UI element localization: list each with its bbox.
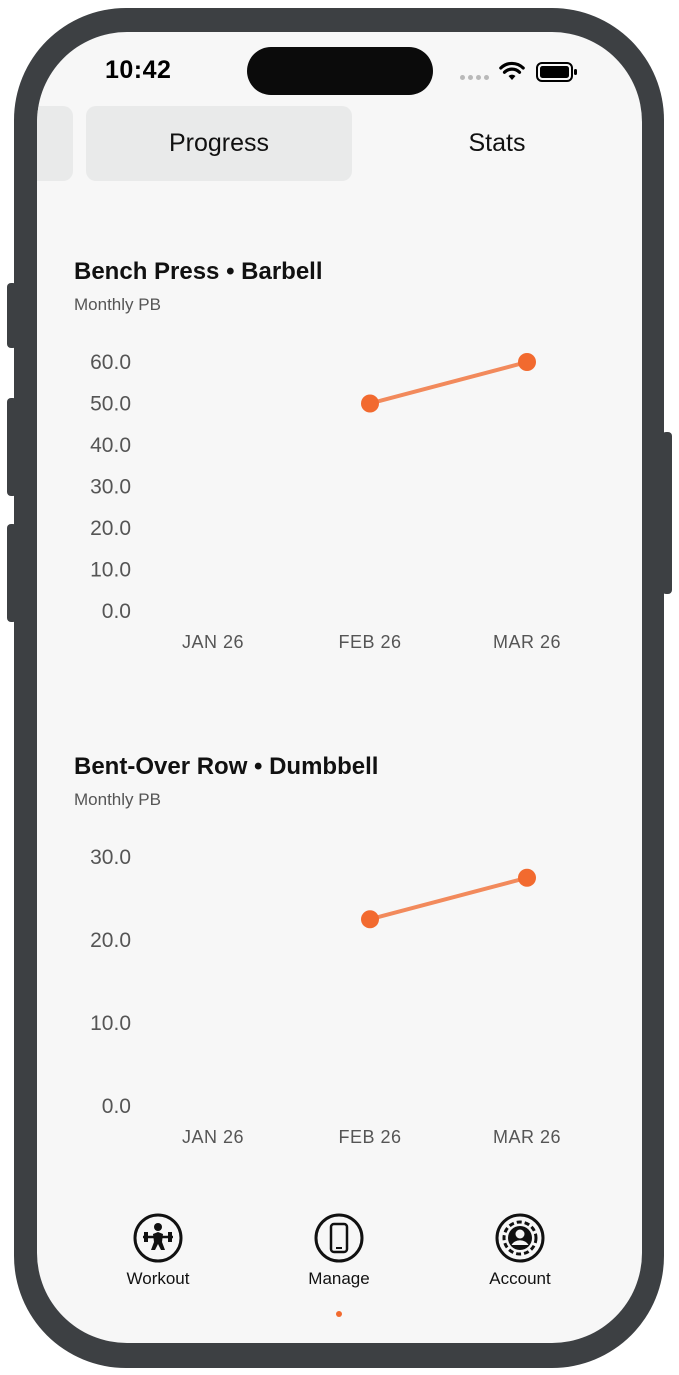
segment-progress[interactable]: Progress [86,106,352,181]
data-point [361,394,379,413]
y-tick-label: 0.0 [102,1095,131,1118]
x-tick-label: MAR 26 [493,1127,561,1147]
y-tick-label: 20.0 [90,929,131,952]
dynamic-island [247,47,433,95]
screen: 10:42 Progress Stats Bench Press • Barbe… [37,32,642,1343]
y-tick-label: 30.0 [90,476,131,499]
data-point [361,910,379,929]
volume-down-button [7,524,17,622]
segment-previous[interactable] [37,106,73,181]
x-tick-label: MAR 26 [493,632,561,652]
x-tick-label: JAN 26 [182,1127,244,1147]
y-tick-label: 10.0 [90,559,131,582]
y-tick-label: 60.0 [90,351,131,374]
chart-subtitle: Monthly PB [74,295,161,314]
x-tick-label: JAN 26 [182,632,244,652]
barbell-lifter-icon [133,1213,183,1263]
tab-label: Account [489,1269,551,1288]
tab-account[interactable]: Account [460,1213,580,1289]
y-tick-label: 30.0 [90,846,131,869]
power-button [662,432,672,594]
y-tick-label: 20.0 [90,517,131,540]
series-line [368,875,529,922]
y-tick-label: 50.0 [90,393,131,416]
tab-workout[interactable]: Workout [98,1213,218,1289]
phone-icon [314,1213,364,1263]
tab-label: Manage [308,1269,370,1288]
series-line [368,360,529,406]
bench-press-chart: 60.0 50.0 40.0 30.0 20.0 10.0 0.0 JAN 26 FEB 26 M… [90,351,561,652]
tab-manage[interactable]: Manage [279,1213,399,1289]
status-time: 10:42 [105,56,172,84]
data-point [518,353,536,371]
chart-subtitle: Monthly PB [74,790,161,809]
chart-title: Bent-Over Row • Dumbbell [74,753,379,780]
y-tick-label: 10.0 [90,1012,131,1035]
tab-bar: Workout Manage Account [37,1207,642,1317]
wifi-icon [499,61,525,80]
volume-up-button [7,398,17,496]
bent-over-row-chart: 30.0 20.0 10.0 0.0 JAN 26 FEB 26 MAR 26 [90,846,561,1147]
y-tick-label: 0.0 [102,600,131,623]
person-circle-icon [495,1213,545,1263]
segment-stats[interactable]: Stats [367,106,627,181]
chart-title: Bench Press • Barbell [74,258,323,285]
y-tick-label: 40.0 [90,434,131,457]
battery-icon [536,62,577,82]
x-tick-label: FEB 26 [338,1127,401,1147]
x-tick-label: FEB 26 [338,632,401,652]
active-tab-indicator [336,1311,342,1317]
tab-label: Workout [126,1269,190,1288]
action-button [7,283,17,348]
cellular-signal-icon [460,75,489,80]
data-point [518,868,536,887]
